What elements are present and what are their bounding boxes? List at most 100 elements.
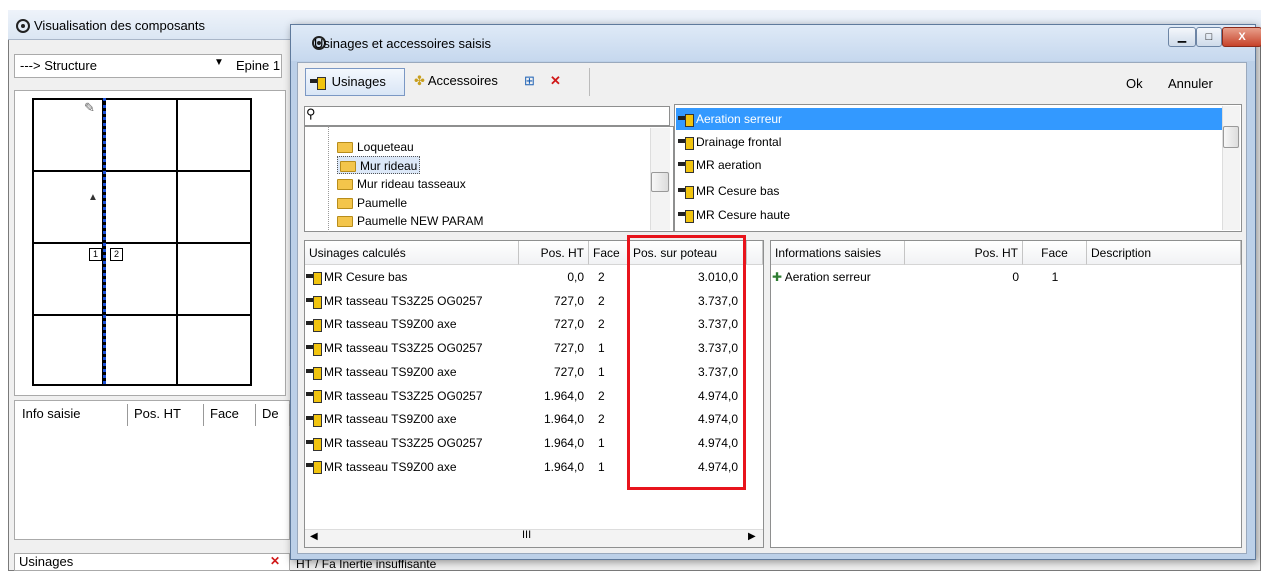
- usinages-button[interactable]: Usinages: [305, 68, 405, 96]
- grid-cell[interactable]: [176, 314, 252, 386]
- row-pos-ht[interactable]: 1.964,0: [520, 408, 584, 430]
- row-face[interactable]: 2: [598, 385, 618, 407]
- table-row-name[interactable]: MR tasseau TS9Z00 axe: [306, 313, 518, 335]
- row-face[interactable]: 2: [598, 290, 618, 312]
- minimize-button[interactable]: ▁: [1168, 27, 1196, 47]
- row-pos-ht[interactable]: 727,0: [520, 313, 584, 335]
- usinages-button-label: Usinages: [331, 74, 386, 89]
- grid-cell[interactable]: [104, 314, 178, 386]
- grid-cell[interactable]: [32, 170, 104, 244]
- header-right-face[interactable]: Face: [1023, 241, 1087, 265]
- table-row-name[interactable]: MR tasseau TS3Z25 OG0257: [306, 432, 518, 454]
- row-face[interactable]: 2: [598, 266, 618, 288]
- structure-combo-value: ---> Structure: [20, 58, 97, 73]
- selected-post-line[interactable]: [103, 98, 107, 384]
- list-item-mr-aeration[interactable]: MR aeration: [676, 154, 761, 176]
- row-pos-ht[interactable]: 1.964,0: [520, 385, 584, 407]
- add-row-icon[interactable]: ⊞: [520, 68, 544, 96]
- tree-item-loqueteau[interactable]: Loqueteau: [337, 138, 414, 156]
- list-item-mr-cesure-bas[interactable]: MR Cesure bas: [676, 180, 779, 202]
- row-name-label: MR tasseau TS3Z25 OG0257: [324, 293, 483, 308]
- grid-cell[interactable]: [176, 242, 252, 316]
- header-face[interactable]: Face: [589, 241, 629, 265]
- grid-label-1[interactable]: 1: [89, 248, 102, 261]
- tree-scrollbar-thumb[interactable]: [651, 172, 669, 192]
- grid-cell[interactable]: [104, 170, 178, 244]
- row-pos-ht[interactable]: 727,0: [520, 337, 584, 359]
- row-face[interactable]: 1: [598, 432, 618, 454]
- list-item-drainage-frontal[interactable]: Drainage frontal: [676, 131, 781, 153]
- tree-item-mur-rideau[interactable]: Mur rideau: [337, 156, 421, 174]
- header-pos-ht[interactable]: Pos. HT: [519, 241, 589, 265]
- header-description[interactable]: Description: [1087, 241, 1241, 265]
- usinages-tab[interactable]: Usinages: [14, 553, 290, 571]
- table-row-name[interactable]: MR tasseau TS9Z00 axe: [306, 408, 518, 430]
- row-face[interactable]: 1: [598, 337, 618, 359]
- drill-icon: [678, 209, 694, 223]
- ok-button[interactable]: Ok: [1126, 76, 1143, 91]
- grid-label-2[interactable]: 2: [110, 248, 123, 261]
- table-row-name[interactable]: ✚ Aeration serreur: [772, 266, 904, 288]
- row-name-label: MR tasseau TS9Z00 axe: [324, 412, 457, 427]
- accessories-icon: ✤: [414, 73, 425, 88]
- row-face[interactable]: 2: [598, 313, 618, 335]
- close-button[interactable]: X: [1222, 27, 1261, 47]
- grid-cell[interactable]: [104, 98, 178, 172]
- row-pos-ht[interactable]: 1.964,0: [520, 456, 584, 478]
- col-description[interactable]: De: [256, 404, 290, 426]
- row-face[interactable]: 1: [598, 361, 618, 383]
- header-informations-saisies[interactable]: Informations saisies: [771, 241, 905, 265]
- row-name-label: MR tasseau TS3Z25 OG0257: [324, 388, 483, 403]
- table-row-name[interactable]: MR tasseau TS9Z00 axe: [306, 361, 518, 383]
- row-pos-ht[interactable]: 727,0: [520, 290, 584, 312]
- col-info-saisie[interactable]: Info saisie: [16, 404, 128, 426]
- table-row-name[interactable]: MR tasseau TS9Z00 axe: [306, 456, 518, 478]
- scroll-left-icon[interactable]: ◀: [310, 531, 318, 542]
- header-right-pos-ht[interactable]: Pos. HT: [905, 241, 1023, 265]
- accessoires-button[interactable]: ✤ Accessoires: [410, 68, 516, 96]
- row-name-label: MR tasseau TS9Z00 axe: [324, 317, 457, 332]
- row-pos-ht[interactable]: 0,0: [520, 266, 584, 288]
- chevron-down-icon[interactable]: ▼: [214, 57, 224, 68]
- tree-item-label: Paumelle: [357, 196, 408, 210]
- drill-icon: [306, 271, 322, 285]
- tool-marker-icon: ✎: [84, 100, 95, 115]
- list-item-mr-cesure-haute[interactable]: MR Cesure haute: [676, 204, 790, 226]
- table-row-name[interactable]: MR Cesure bas: [306, 266, 518, 288]
- list-item-aeration-serreur[interactable]: Aeration serreur: [676, 108, 1228, 130]
- tree-item-mur-rideau-tasseaux[interactable]: Mur rideau tasseaux: [337, 175, 466, 193]
- annuler-button[interactable]: Annuler: [1168, 76, 1213, 91]
- search-input[interactable]: [304, 106, 670, 126]
- list-scrollbar-thumb[interactable]: [1223, 126, 1239, 148]
- tree-item-paumelle[interactable]: Paumelle: [337, 194, 407, 212]
- list-scrollbar[interactable]: [1222, 106, 1240, 230]
- scroll-right-icon[interactable]: ▶: [748, 531, 756, 542]
- folder-icon: [337, 142, 353, 154]
- row-face[interactable]: 2: [598, 408, 618, 430]
- binoculars-icon[interactable]: ⚲: [306, 106, 316, 122]
- drill-icon: [306, 342, 322, 356]
- drill-icon: [678, 159, 694, 173]
- row-pos-ht[interactable]: 1.964,0: [520, 432, 584, 454]
- table-row-name[interactable]: MR tasseau TS3Z25 OG0257: [306, 385, 518, 407]
- table-row-name[interactable]: MR tasseau TS3Z25 OG0257: [306, 337, 518, 359]
- scroll-thumb-grip[interactable]: III: [522, 529, 531, 541]
- grid-cell[interactable]: [176, 98, 252, 172]
- list-item-label: MR Cesure haute: [696, 208, 791, 222]
- horizontal-scrollbar[interactable]: [305, 529, 763, 547]
- row-face[interactable]: 1: [598, 456, 618, 478]
- app-icon: [16, 18, 30, 33]
- delete-icon[interactable]: ✕: [546, 68, 570, 96]
- tree-item-paumelle-new-param[interactable]: Paumelle NEW PARAM: [337, 212, 483, 230]
- col-face[interactable]: Face: [204, 404, 256, 426]
- maximize-button[interactable]: □: [1196, 27, 1222, 47]
- table-row-name[interactable]: MR tasseau TS3Z25 OG0257: [306, 290, 518, 312]
- grid-cell[interactable]: [176, 170, 252, 244]
- epine-label: Epine 1: [236, 58, 281, 73]
- header-usinages-calcules[interactable]: Usinages calculés: [305, 241, 519, 265]
- row-pos-ht[interactable]: 727,0: [520, 361, 584, 383]
- row-name-label: MR tasseau TS3Z25 OG0257: [324, 435, 483, 450]
- col-pos-ht[interactable]: Pos. HT: [128, 404, 204, 426]
- grid-cell[interactable]: [32, 314, 104, 386]
- accessoires-button-label: Accessoires: [427, 73, 498, 88]
